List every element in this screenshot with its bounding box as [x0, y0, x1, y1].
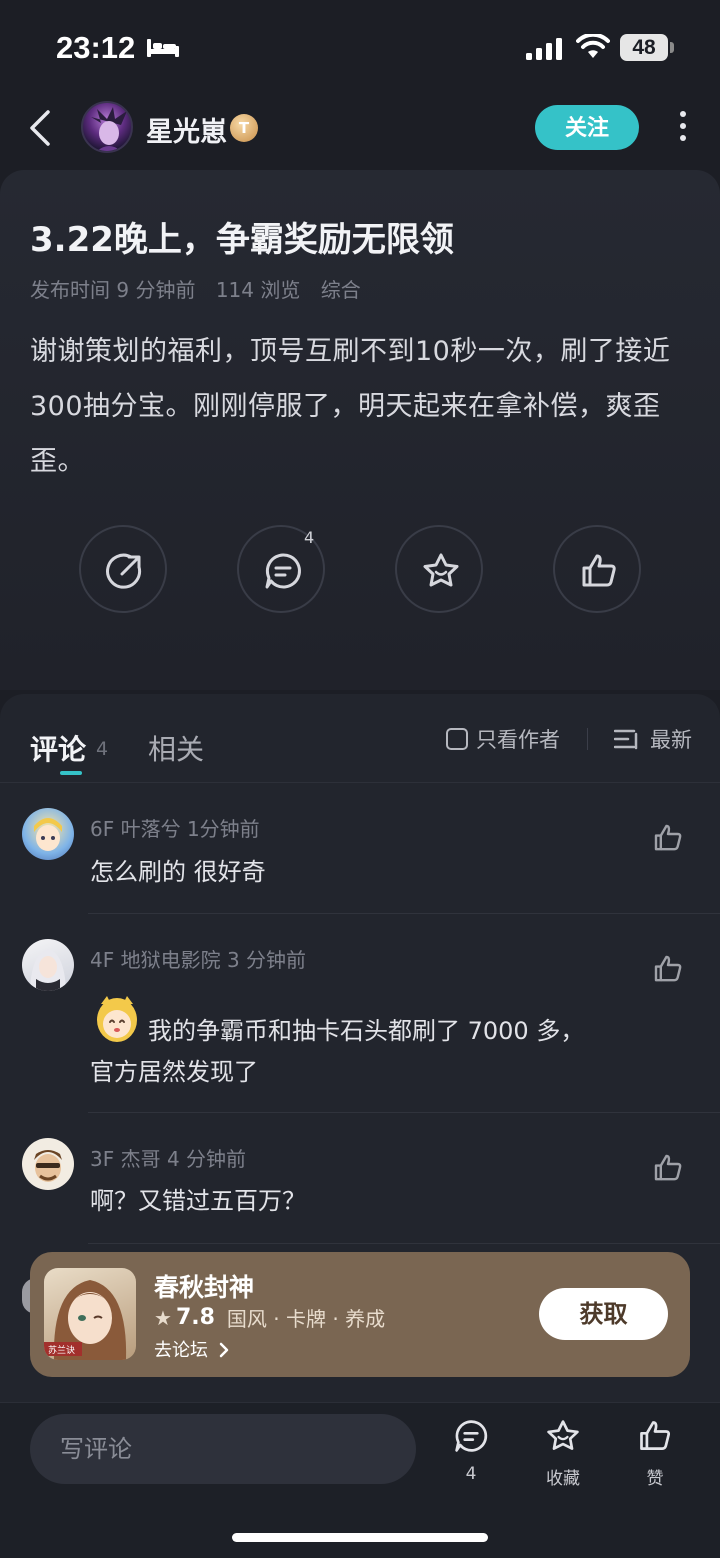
bottom-collect-label: 收藏 — [546, 1469, 580, 1489]
post-category[interactable]: 综合 — [321, 278, 361, 302]
checkbox-icon — [446, 728, 468, 750]
author-name[interactable]: 星光崽 — [146, 110, 227, 149]
game-genres: 国风 · 卡牌 · 养成 — [226, 1307, 386, 1331]
wifi-icon — [576, 34, 610, 58]
comment-text: 怎么刷的 很好奇 — [90, 858, 266, 886]
tab-related[interactable]: 相关 — [148, 728, 204, 768]
game-name: 春秋封神 — [154, 1273, 255, 1302]
comment-meta: 3F 杰哥 4 分钟前 — [90, 1143, 246, 1172]
divider — [0, 782, 720, 783]
rating-star-icon: ★ — [154, 1305, 172, 1330]
level-badge-icon: T — [230, 114, 258, 142]
bottom-like-button[interactable]: 赞 — [625, 1418, 685, 1489]
status-time: 23:12 — [56, 30, 136, 65]
comment-icon — [265, 553, 301, 589]
tab-comments-count: 4 — [96, 738, 109, 760]
back-arrow-icon[interactable] — [26, 108, 56, 148]
tab-active-indicator — [60, 771, 82, 775]
only-author-toggle[interactable]: 只看作者 — [446, 724, 560, 754]
comment-meta: 6F 叶落兮 1分钟前 — [90, 813, 260, 842]
comment-time: 4 分钟前 — [166, 1147, 247, 1171]
post-meta: 发布时间 9 分钟前 114 浏览 综合 — [30, 274, 375, 303]
comment-user[interactable]: 地狱电影院 — [121, 948, 221, 972]
bottom-like-label: 赞 — [646, 1469, 664, 1489]
more-options-icon[interactable] — [672, 111, 694, 147]
collect-button[interactable] — [395, 525, 483, 613]
star-icon — [423, 553, 459, 587]
tab-comments[interactable]: 评论 — [30, 728, 86, 768]
comment-text: 我的争霸币和抽卡石头都刷了 7000 多， — [148, 1017, 585, 1045]
comment-text: 官方居然发现了 — [90, 1058, 258, 1086]
battery-tip — [670, 42, 674, 53]
comment-floor: 6F — [90, 817, 115, 841]
battery-level: 48 — [620, 34, 668, 61]
commenter-avatar[interactable] — [22, 939, 74, 991]
status-bar: 23:12 48 — [0, 0, 720, 96]
bottom-collect-button[interactable]: 收藏 — [533, 1418, 593, 1489]
sort-list-icon — [614, 729, 638, 750]
comment-user[interactable]: 叶落兮 — [121, 817, 181, 841]
divider — [587, 728, 588, 750]
comment-floor: 4F — [90, 948, 115, 972]
divider — [88, 1112, 720, 1113]
cellular-signal-icon — [526, 38, 562, 60]
sort-toggle[interactable]: 最新 — [614, 724, 692, 754]
post-publish-time: 发布时间 9 分钟前 — [30, 278, 196, 302]
post-views: 114 浏览 — [215, 278, 301, 302]
bottom-comment-count: 4 — [465, 1464, 477, 1484]
thumbs-up-icon[interactable] — [652, 1152, 684, 1184]
star-icon — [547, 1420, 579, 1450]
post-body: 谢谢策划的福利，顶号互刷不到10秒一次，刷了接近300抽分宝。刚刚停服了，明天起… — [30, 336, 671, 477]
bottom-comment-button[interactable]: 4 — [441, 1418, 501, 1484]
divider — [88, 913, 720, 914]
sort-label: 最新 — [650, 728, 692, 752]
thumbs-up-icon[interactable] — [652, 953, 684, 985]
follow-button[interactable]: 关注 — [535, 105, 639, 150]
sleep-focus-icon — [147, 39, 179, 57]
share-button[interactable] — [79, 525, 167, 613]
comment-text: 啊？又错过五百万？ — [90, 1187, 306, 1215]
forum-link-label: 去论坛 — [154, 1340, 208, 1361]
only-author-label: 只看作者 — [476, 728, 560, 752]
comment-count-badge: 4 — [304, 528, 315, 547]
home-indicator[interactable] — [232, 1533, 488, 1542]
thumbs-up-icon[interactable] — [652, 822, 684, 854]
comment-time: 1分钟前 — [186, 817, 260, 841]
post-title: 3.22晚上，争霸奖励无限领 — [30, 220, 454, 260]
thumbs-up-icon — [582, 554, 616, 587]
write-comment-input[interactable]: 写评论 — [30, 1414, 416, 1484]
go-to-forum-link[interactable]: 去论坛 — [154, 1336, 230, 1362]
comment-meta: 4F 地狱电影院 3 分钟前 — [90, 944, 306, 973]
get-game-button[interactable]: 获取 — [539, 1288, 668, 1340]
thumbs-up-icon — [640, 1421, 671, 1450]
commenter-avatar[interactable] — [22, 808, 74, 860]
author-avatar[interactable] — [81, 101, 133, 153]
comment-user[interactable]: 杰哥 — [121, 1147, 161, 1171]
comment-icon — [455, 1420, 488, 1452]
game-tags: ★ 7.8 国风 · 卡牌 · 养成 — [154, 1303, 385, 1332]
like-button[interactable] — [553, 525, 641, 613]
sticker-emoji-icon — [97, 996, 137, 1042]
commenter-avatar[interactable] — [22, 1138, 74, 1190]
game-icon-caption: 苏兰诀 — [48, 1344, 75, 1356]
comment-time: 3 分钟前 — [226, 948, 307, 972]
share-icon — [106, 553, 142, 589]
comment-floor: 3F — [90, 1147, 115, 1171]
divider — [88, 1243, 720, 1244]
chevron-right-icon — [219, 1342, 228, 1358]
game-icon[interactable]: 苏兰诀 — [44, 1268, 136, 1360]
game-score: 7.8 — [175, 1305, 215, 1330]
